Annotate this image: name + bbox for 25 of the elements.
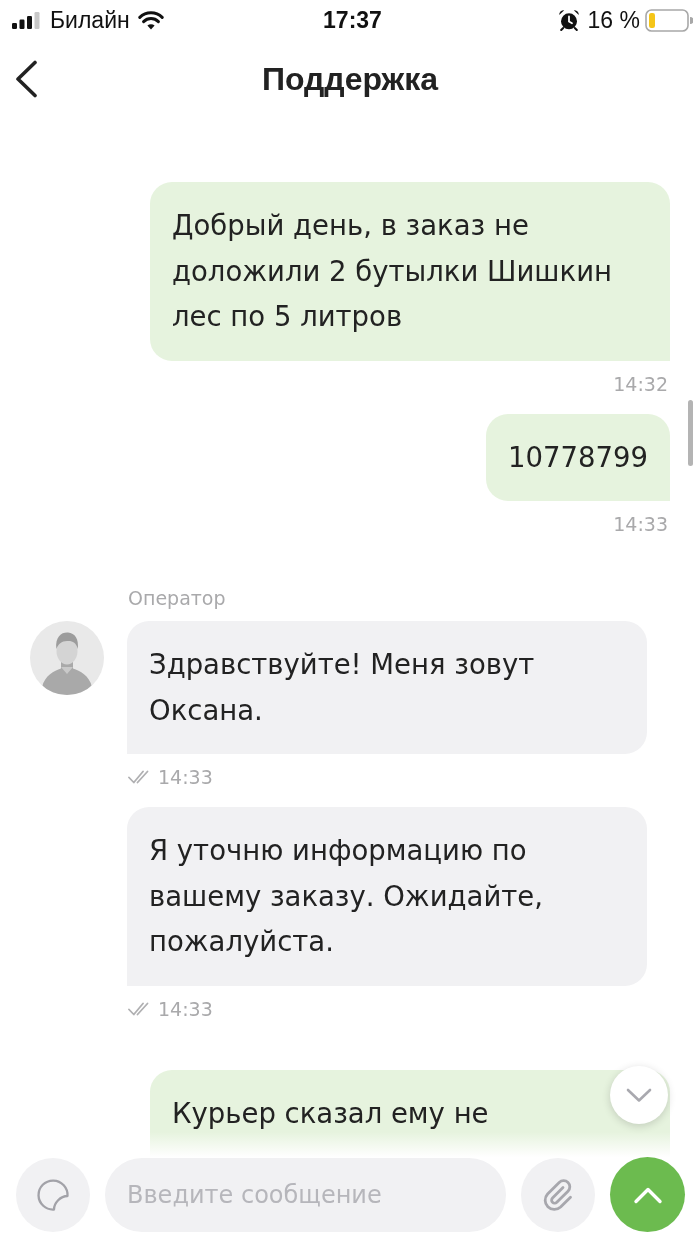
screen-title: Поддержка — [260, 60, 440, 98]
message-input[interactable]: Введите сообщение — [105, 1157, 506, 1232]
message-bubble: Я уточню информацию по вашему заказу. Ожидайте, пожалуйста. — [127, 807, 647, 986]
message-bubble: 10778799 — [486, 413, 670, 501]
message-time: 14:33 — [158, 996, 213, 1022]
carrier-name: Билайн — [50, 7, 130, 33]
battery-percentage: 16 % — [587, 7, 640, 33]
chevron-down-icon — [626, 1087, 652, 1103]
message-bubble: Добрый день, в заказ не доложили 2 бутылки Шишкин лес по 5 литров — [150, 182, 670, 361]
wifi-icon — [137, 10, 164, 30]
battery-icon — [645, 8, 693, 32]
paperclip-icon — [541, 1177, 575, 1212]
message-bubble: Здравствуйте! Меня зовут Оксана. — [127, 621, 647, 754]
sticker-icon — [36, 1177, 70, 1212]
signal-icon — [12, 11, 40, 29]
scrollbar-thumb — [688, 400, 693, 466]
back-icon[interactable] — [14, 60, 38, 98]
clock-time: 17:37 — [323, 7, 382, 33]
avatar-icon — [30, 621, 104, 695]
chevron-up-icon — [632, 1185, 663, 1204]
message-time: 14:33 — [158, 765, 213, 790]
message-time: 14:32 — [613, 371, 669, 397]
alarm-clock-icon — [557, 9, 580, 31]
sender-name: Оператор — [128, 586, 226, 611]
message-time: 14:33 — [613, 512, 669, 537]
